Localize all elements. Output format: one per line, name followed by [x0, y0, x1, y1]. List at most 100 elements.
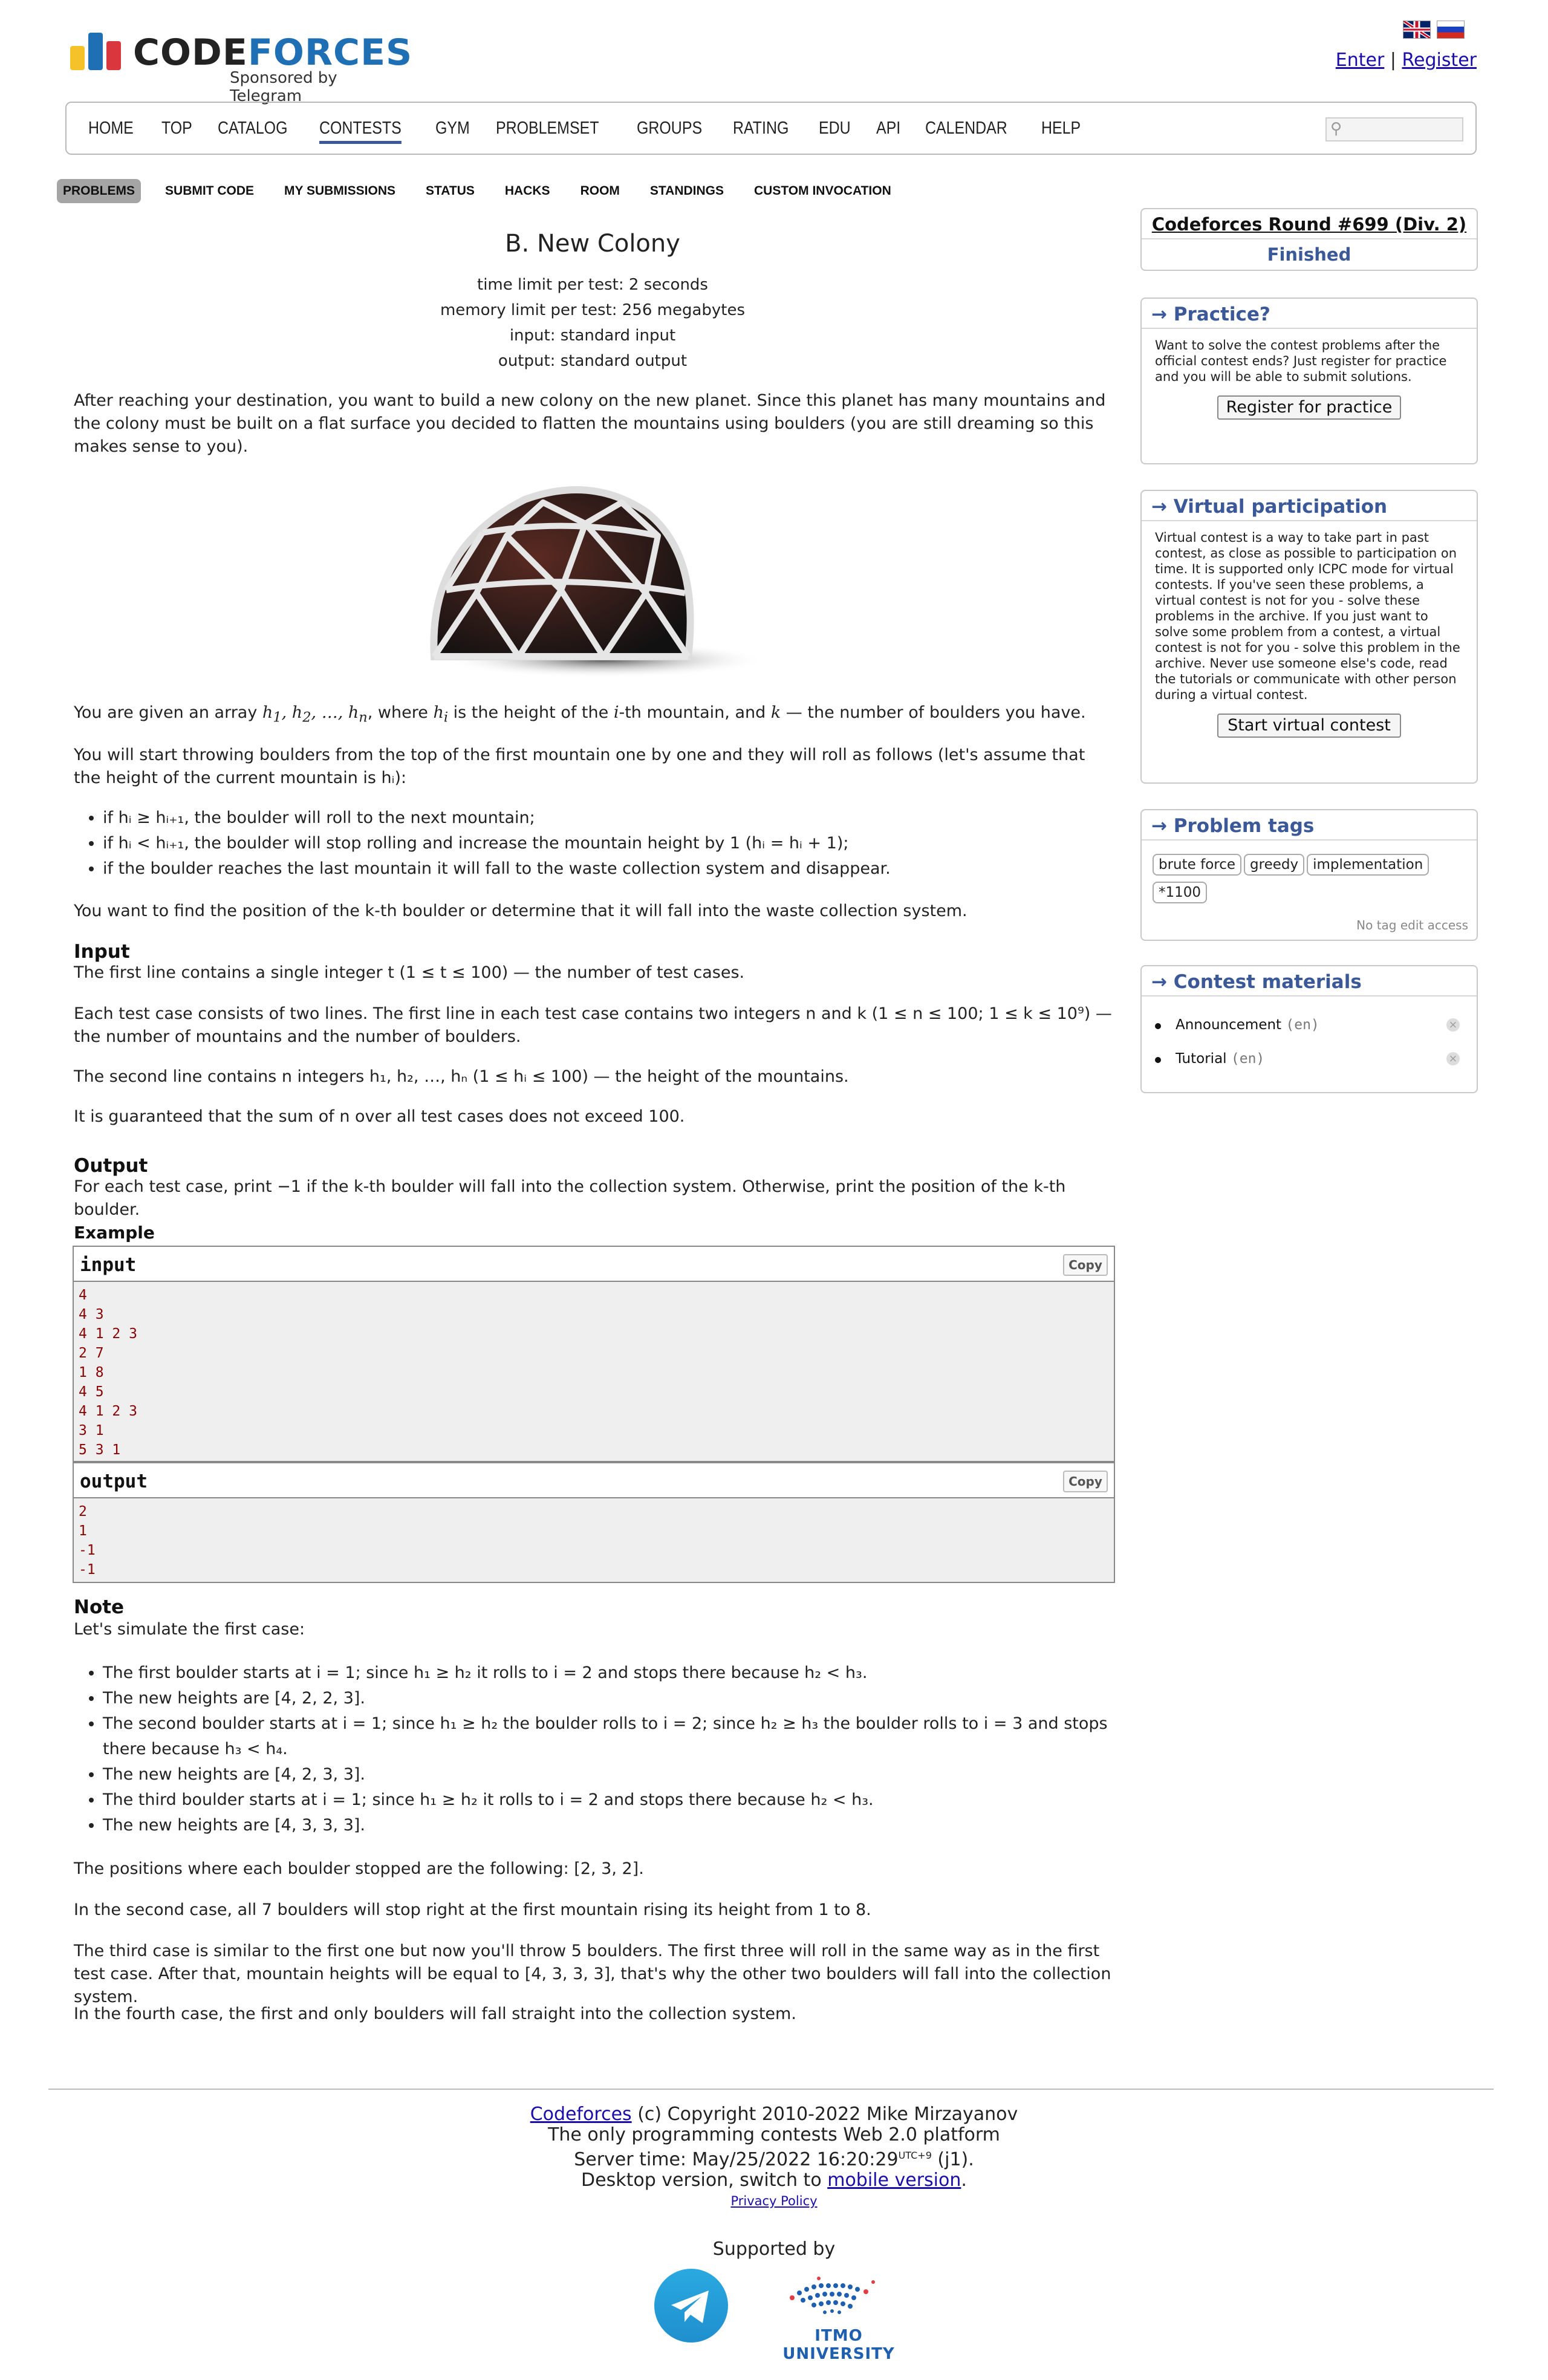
search-input[interactable]: ⚲: [1325, 117, 1463, 141]
footer: Codeforces (c) Copyright 2010-2022 Mike …: [0, 2104, 1548, 2211]
tag-brute-force[interactable]: brute force: [1153, 854, 1242, 876]
nav-groups[interactable]: GROUPS: [637, 119, 702, 144]
memory-limit: memory limit per test: 256 megabytes: [440, 301, 746, 319]
output-paragraph: For each test case, print −1 if the k-th…: [74, 1177, 1066, 1219]
example-line: -1: [79, 1562, 96, 1578]
subnav-room[interactable]: ROOM: [574, 179, 626, 203]
search-icon: ⚲: [1330, 120, 1342, 138]
virtual-title: → Virtual participation: [1142, 491, 1477, 521]
practice-box: → Practice? Want to solve the contest pr…: [1140, 298, 1478, 464]
tag-difficulty[interactable]: *1100: [1153, 882, 1208, 903]
example-line: 4: [79, 1287, 87, 1303]
logo-bars-icon: [68, 31, 122, 70]
list-item: The second boulder starts at i = 1; sinc…: [103, 1711, 1119, 1762]
language-flags: [1403, 21, 1465, 42]
nav-catalog[interactable]: CATALOG: [218, 119, 287, 144]
nav-edu[interactable]: EDU: [819, 119, 851, 144]
tag-greedy[interactable]: greedy: [1244, 854, 1305, 876]
note-paragraph-4: The third case is similar to the first o…: [74, 1942, 1111, 2006]
example-line: 2: [79, 1504, 87, 1520]
note-paragraph-2: The positions where each boulder stopped…: [74, 1859, 644, 1878]
list-item: The new heights are [4, 3, 3, 3].: [103, 1813, 1119, 1838]
mobile-version-link[interactable]: mobile version: [827, 2170, 961, 2191]
example-line: 4 5: [79, 1384, 104, 1400]
output-heading: Output: [74, 1155, 148, 1177]
copyright-text: (c) Copyright 2010-2022 Mike Mirzayanov: [631, 2104, 1018, 2125]
tags-list: brute force greedy implementation *1100: [1142, 840, 1468, 909]
legend-paragraph-2: You are given an array h1, h2, …, hn, wh…: [74, 703, 1086, 726]
note-heading: Note: [74, 1596, 125, 1618]
subnav-standings[interactable]: STANDINGS: [644, 179, 730, 203]
bullet-icon: [1155, 1057, 1161, 1063]
example-output-header: output Copy: [73, 1462, 1115, 1498]
legend-paragraph-1: After reaching your destination, you wan…: [74, 391, 1106, 456]
example-output: 2 1 -1 -1: [73, 1498, 1115, 1583]
list-item: The new heights are [4, 2, 3, 3].: [103, 1762, 1119, 1787]
nav-top[interactable]: TOP: [161, 119, 192, 144]
example-line: -1: [79, 1543, 96, 1558]
legend-paragraph-4: You want to find the position of the k-t…: [74, 902, 968, 920]
output-spec: output: standard output: [498, 352, 688, 370]
problem-title: B. New Colony: [505, 230, 680, 258]
nav-problemset[interactable]: PROBLEMSET: [496, 119, 599, 144]
example-line: 2 7: [79, 1345, 104, 1361]
nav-rating[interactable]: RATING: [733, 119, 789, 144]
remove-icon: ×: [1446, 1018, 1460, 1032]
subnav-submit-code[interactable]: SUBMIT CODE: [159, 179, 260, 203]
round-name-link[interactable]: Codeforces Round #699 (Div. 2): [1142, 209, 1477, 239]
subnav-problems[interactable]: PROBLEMS: [57, 179, 141, 203]
register-link[interactable]: Register: [1402, 50, 1477, 71]
english-flag-icon[interactable]: [1403, 21, 1431, 39]
auth-links: Enter | Register: [1336, 50, 1477, 71]
itmo-logo[interactable]: ITMO UNIVERSITY: [763, 2269, 914, 2363]
tags-title: → Problem tags: [1142, 810, 1477, 840]
copy-input-button[interactable]: Copy: [1063, 1254, 1108, 1276]
problem-subnav: PROBLEMS SUBMIT CODE MY SUBMISSIONS STATUS H…: [57, 179, 897, 203]
practice-title: → Practice?: [1142, 299, 1477, 329]
nav-help[interactable]: HELP: [1041, 119, 1081, 144]
nav-contests[interactable]: CONTESTS: [319, 119, 402, 144]
legend-paragraph-3: You will start throwing boulders from th…: [74, 746, 1085, 787]
codeforces-footer-link[interactable]: Codeforces: [530, 2104, 632, 2125]
telegram-logo-icon[interactable]: [654, 2269, 728, 2343]
auth-separator: |: [1390, 50, 1396, 71]
register-practice-button[interactable]: Register for practice: [1217, 395, 1401, 420]
example-line: 4 1 2 3: [79, 1403, 137, 1419]
materials-title: → Contest materials: [1142, 966, 1477, 997]
nav-calendar[interactable]: CALENDAR: [925, 119, 1007, 144]
virtual-text: Virtual contest is a way to take part in…: [1155, 530, 1460, 702]
input-paragraph-2: Each test case consists of two lines. Th…: [74, 1004, 1112, 1046]
example-line: 1: [79, 1523, 87, 1539]
subnav-my-submissions[interactable]: MY SUBMISSIONS: [278, 179, 402, 203]
nav-api[interactable]: API: [876, 119, 900, 144]
russian-flag-icon[interactable]: [1437, 21, 1465, 39]
subnav-hacks[interactable]: HACKS: [499, 179, 556, 203]
list-item: if hᵢ < hᵢ₊₁, the boulder will stop roll…: [103, 831, 1119, 856]
example-line: 5 3 1: [79, 1442, 121, 1458]
input-spec: input: standard input: [509, 327, 676, 345]
subnav-custom-invocation[interactable]: CUSTOM INVOCATION: [748, 179, 897, 203]
footer-divider: [48, 2089, 1494, 2090]
materials-box: → Contest materials Announcement (en) × …: [1140, 965, 1478, 1093]
material-tutorial[interactable]: Tutorial (en) ×: [1142, 1045, 1477, 1079]
subnav-status[interactable]: STATUS: [420, 179, 481, 203]
note-list: The first boulder starts at i = 1; since…: [103, 1660, 1119, 1838]
tag-implementation[interactable]: implementation: [1307, 854, 1429, 876]
material-announcement[interactable]: Announcement (en) ×: [1142, 1011, 1477, 1045]
nav-home[interactable]: HOME: [88, 119, 134, 144]
time-limit: time limit per test: 2 seconds: [477, 276, 708, 294]
privacy-policy-link[interactable]: Privacy Policy: [730, 2194, 817, 2208]
main-nav: HOME TOP CATALOG CONTESTS GYM PROBLEMSET GROUP…: [65, 102, 1477, 155]
nav-gym[interactable]: GYM: [435, 119, 470, 144]
input-paragraph-4: It is guaranteed that the sum of n over …: [74, 1107, 685, 1126]
codeforces-logo[interactable]: CODEFORCES Sponsored by Telegram: [68, 29, 412, 105]
example-line: 4 1 2 3: [79, 1326, 137, 1342]
enter-link[interactable]: Enter: [1336, 50, 1385, 71]
logo-text: CODEFORCES: [133, 31, 413, 74]
start-virtual-button[interactable]: Start virtual contest: [1217, 714, 1401, 738]
list-item: The third boulder starts at i = 1; since…: [103, 1787, 1119, 1813]
list-item: if hᵢ ≥ hᵢ₊₁, the boulder will roll to t…: [103, 805, 1119, 831]
practice-text: Want to solve the contest problems after…: [1155, 338, 1447, 384]
copy-output-button[interactable]: Copy: [1063, 1471, 1108, 1492]
note-intro: Let's simulate the first case:: [74, 1620, 305, 1639]
